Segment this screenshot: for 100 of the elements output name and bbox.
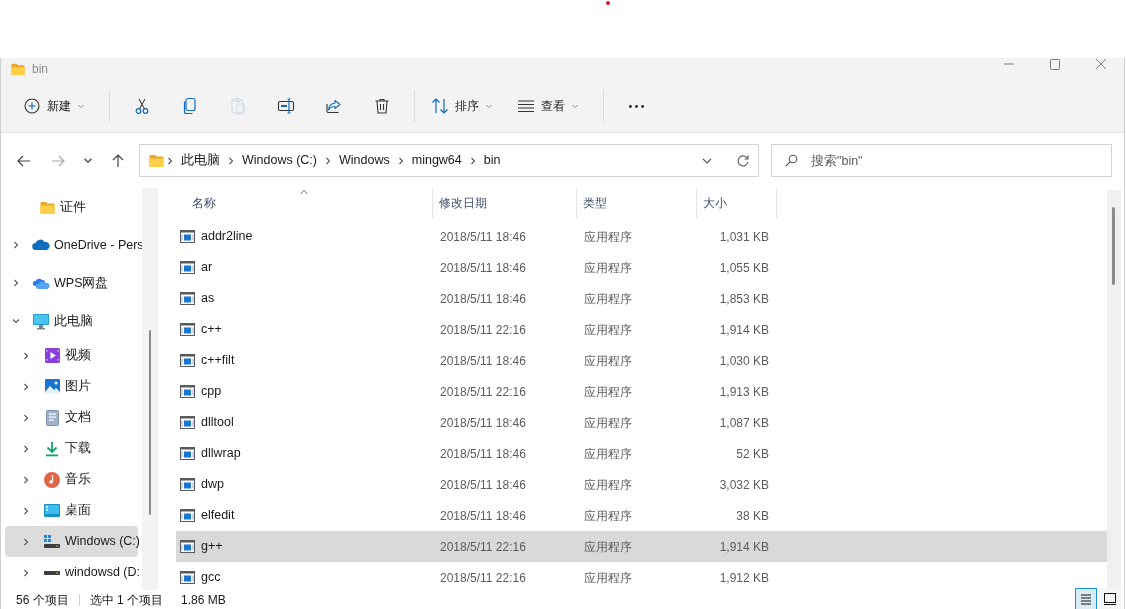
- program-icon: [180, 447, 195, 460]
- table-cell-text: 应用程序: [583, 445, 633, 463]
- program-icon: [180, 230, 195, 243]
- tree-item[interactable]: windowsd (D:: [5, 557, 138, 588]
- chevron-right-icon[interactable]: [11, 278, 21, 288]
- tiles-view-button[interactable]: [1099, 588, 1121, 609]
- tree-item[interactable]: 文档: [5, 402, 138, 433]
- tree-item[interactable]: 视频: [5, 340, 138, 371]
- chevron-right-icon[interactable]: [21, 536, 31, 547]
- file-name: c++filt: [201, 352, 235, 370]
- document-icon: [45, 409, 59, 426]
- file-row[interactable]: as 2018/5/11 18:46 应用程序 1,853 KB: [176, 283, 1107, 314]
- tree-item[interactable]: 图片: [5, 371, 138, 402]
- scissors-icon: [133, 97, 151, 115]
- scrollbar[interactable]: [1107, 190, 1121, 590]
- table-cell-text: 应用程序: [583, 507, 633, 525]
- tree-item[interactable]: 音乐: [5, 464, 138, 495]
- chevron-right-icon[interactable]: [21, 474, 31, 485]
- chevron-right-icon: [226, 155, 236, 166]
- program-icon: [180, 509, 195, 522]
- file-row[interactable]: dllwrap 2018/5/11 18:46 应用程序 52 KB: [176, 438, 1107, 469]
- chevron-right-icon[interactable]: [21, 505, 31, 516]
- chevron-right-icon[interactable]: [21, 381, 31, 392]
- table-cell-text: 1,087 KB: [718, 414, 770, 432]
- table-cell-text: 2018/5/11 18:46: [439, 445, 527, 463]
- table-cell-text: 2018/5/11 18:46: [439, 228, 527, 246]
- column-header[interactable]: 修改日期: [433, 188, 577, 218]
- scrollbar[interactable]: [142, 188, 158, 590]
- share-icon: [325, 97, 343, 115]
- download-icon: [45, 440, 59, 457]
- chevron-down-icon[interactable]: [11, 316, 21, 326]
- tree-item[interactable]: 证件: [5, 188, 138, 226]
- file-row[interactable]: c++ 2018/5/11 22:16 应用程序 1,914 KB: [176, 314, 1107, 345]
- program-icon: [180, 416, 195, 429]
- file-row[interactable]: dwp 2018/5/11 18:46 应用程序 3,032 KB: [176, 469, 1107, 500]
- breadcrumb-link[interactable]: Windows (C:): [242, 151, 317, 170]
- program-icon: [180, 571, 195, 584]
- breadcrumb-link[interactable]: 此电脑: [181, 151, 220, 170]
- program-icon: [180, 261, 195, 274]
- folder-icon: [10, 62, 26, 76]
- tiles-view-icon: [1102, 591, 1118, 607]
- file-row[interactable]: cpp 2018/5/11 22:16 应用程序 1,913 KB: [176, 376, 1107, 407]
- chevron-right-icon: [323, 155, 333, 166]
- table-cell-text: 2018/5/11 22:16: [439, 538, 527, 556]
- table-cell-text: 1,914 KB: [718, 538, 770, 556]
- chevron-right-icon[interactable]: [11, 240, 21, 250]
- table-cell-text: 应用程序: [583, 228, 633, 246]
- column-header[interactable]: 类型: [577, 188, 697, 218]
- tree-item[interactable]: 此电脑: [5, 302, 138, 340]
- maximize-icon: [1048, 58, 1062, 70]
- file-row[interactable]: c++filt 2018/5/11 18:46 应用程序 1,030 KB: [176, 345, 1107, 376]
- file-name: cpp: [201, 383, 222, 401]
- folder-icon: [148, 153, 165, 168]
- breadcrumb-link[interactable]: bin: [483, 151, 501, 170]
- table-cell-text: 3,032 KB: [718, 476, 770, 494]
- file-name: dllwrap: [201, 445, 241, 463]
- program-icon: [180, 540, 195, 553]
- tree-item[interactable]: Windows (C:): [5, 526, 138, 557]
- view-button[interactable]: 查看: [509, 90, 587, 122]
- trash-icon: [373, 97, 391, 115]
- list-icon: [517, 97, 535, 115]
- tree-item[interactable]: 下载: [5, 433, 138, 464]
- table-cell-text: 应用程序: [583, 476, 633, 494]
- file-row[interactable]: addr2line 2018/5/11 18:46 应用程序 1,031 KB: [176, 221, 1107, 252]
- caret-icon: [77, 102, 85, 110]
- picture-icon: [44, 379, 60, 394]
- cloud-icon: [32, 276, 50, 290]
- caret-icon: [571, 102, 579, 110]
- table-cell-text: 1,913 KB: [718, 383, 770, 401]
- table-cell-text: 应用程序: [583, 538, 633, 556]
- tree-item[interactable]: WPS网盘: [5, 264, 138, 302]
- column-header[interactable]: 名称: [176, 188, 433, 218]
- table-cell-text: 2018/5/11 18:46: [439, 414, 527, 432]
- table-cell-text: 1,912 KB: [718, 569, 770, 587]
- chevron-right-icon[interactable]: [21, 443, 31, 454]
- search-field[interactable]: 搜索"bin": [771, 144, 1112, 177]
- breadcrumb-link[interactable]: mingw64: [411, 151, 462, 170]
- breadcrumb-link[interactable]: Windows: [339, 151, 390, 170]
- selection-count: 选中 1 个项目: [89, 591, 164, 609]
- refresh-icon[interactable]: [736, 153, 750, 168]
- chevron-right-icon[interactable]: [21, 350, 31, 361]
- tree-item[interactable]: 桌面: [5, 495, 138, 526]
- file-row[interactable]: ar 2018/5/11 18:46 应用程序 1,055 KB: [176, 252, 1107, 283]
- program-icon: [180, 354, 195, 367]
- chevron-right-icon[interactable]: [21, 567, 31, 578]
- details-view-icon: [1078, 591, 1094, 607]
- cloud-icon: [32, 239, 50, 251]
- sort-button[interactable]: 排序: [423, 90, 501, 122]
- monitor-icon: [32, 312, 50, 330]
- column-header[interactable]: 大小: [697, 188, 777, 218]
- file-row[interactable]: dlltool 2018/5/11 18:46 应用程序 1,087 KB: [176, 407, 1107, 438]
- file-row[interactable]: g++ 2018/5/11 22:16 应用程序 1,914 KB: [176, 531, 1107, 562]
- chevron-right-icon[interactable]: [21, 412, 31, 423]
- new-button[interactable]: 新建: [15, 90, 93, 122]
- address-bar[interactable]: 此电脑 Windows (C:) Windows mingw64 bin: [139, 144, 759, 177]
- file-row[interactable]: elfedit 2018/5/11 18:46 应用程序 38 KB: [176, 500, 1107, 531]
- file-row[interactable]: gcc 2018/5/11 22:16 应用程序 1,912 KB: [176, 562, 1107, 590]
- program-icon: [180, 478, 195, 491]
- file-name: g++: [201, 538, 223, 556]
- table-cell-text: 2018/5/11 22:16: [439, 321, 527, 339]
